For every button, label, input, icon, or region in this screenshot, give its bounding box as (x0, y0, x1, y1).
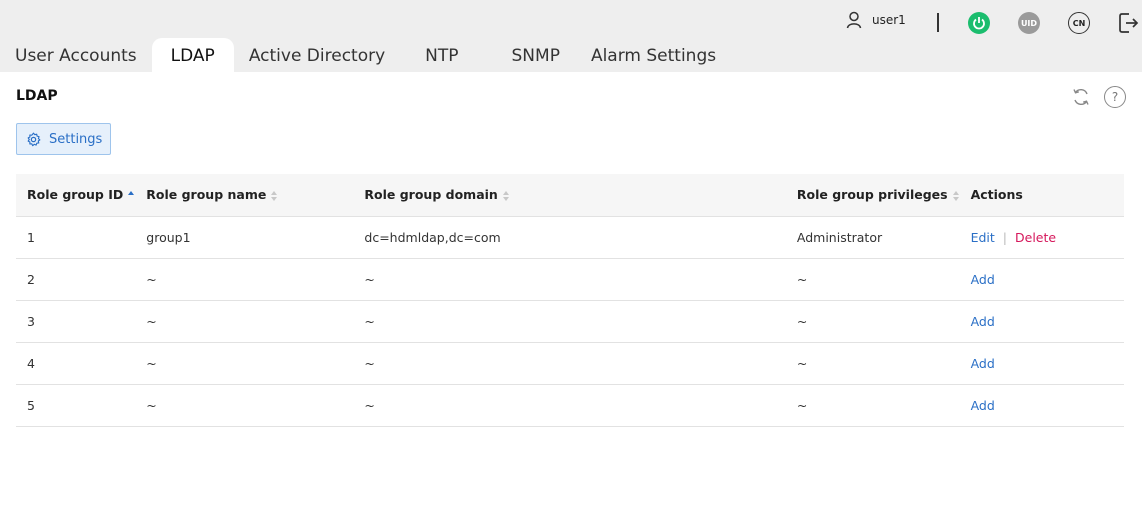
cell-domain: dc=hdmldap,dc=com (353, 216, 786, 259)
top-bar: user1 UID CN (0, 0, 1142, 42)
cell-id: 3 (16, 300, 136, 343)
tab-alarm-settings[interactable]: Alarm Settings (576, 38, 731, 72)
add-link[interactable]: Add (971, 314, 995, 329)
cell-actions: Add (959, 300, 1124, 343)
cell-name: ~ (135, 300, 354, 343)
settings-button[interactable]: Settings (16, 123, 111, 155)
role-group-table: Role group ID Role group name Role group… (16, 174, 1124, 427)
column-header-domain[interactable]: Role group domain (353, 174, 786, 217)
cell-actions: Add (959, 342, 1124, 385)
cell-domain: ~ (353, 258, 786, 301)
add-link[interactable]: Add (971, 398, 995, 413)
tab-active-directory[interactable]: Active Directory (234, 38, 410, 72)
tab-bar: User Accounts LDAP Active Directory NTP … (0, 38, 731, 72)
add-link[interactable]: Add (971, 272, 995, 287)
tab-ldap[interactable]: LDAP (151, 38, 234, 72)
cell-privileges: ~ (785, 384, 960, 427)
uid-label: UID (1020, 18, 1038, 28)
edit-link[interactable]: Edit (971, 230, 995, 245)
table-row: 5 ~ ~ ~ Add (16, 384, 1124, 427)
header-divider (937, 13, 939, 32)
cell-privileges: ~ (785, 258, 960, 301)
cell-name: ~ (135, 384, 354, 427)
action-divider: | (1002, 229, 1008, 245)
power-icon[interactable] (968, 12, 990, 34)
tab-ntp[interactable]: NTP (410, 38, 491, 72)
table-row: 4 ~ ~ ~ Add (16, 342, 1124, 385)
ldap-panel: LDAP ? Settings Role group ID Role group… (0, 72, 1142, 515)
column-header-label: Role group name (146, 187, 267, 203)
table-row: 3 ~ ~ ~ Add (16, 300, 1124, 343)
column-header-label: Role group ID (27, 187, 124, 203)
tab-user-accounts[interactable]: User Accounts (0, 38, 152, 72)
cell-name: ~ (135, 258, 354, 301)
page-title: LDAP (16, 88, 58, 104)
user-icon (846, 11, 862, 29)
language-icon[interactable]: CN (1068, 12, 1090, 34)
cell-domain: ~ (353, 300, 786, 343)
logout-icon[interactable] (1117, 11, 1139, 39)
table-header-row: Role group ID Role group name Role group… (16, 174, 1124, 217)
column-header-label: Actions (970, 187, 1023, 203)
cell-privileges: ~ (785, 300, 960, 343)
cell-name: group1 (135, 216, 354, 259)
sort-ascending-icon[interactable] (128, 190, 135, 201)
cell-domain: ~ (353, 342, 786, 385)
user-menu[interactable]: user1 (846, 11, 906, 29)
cell-id: 1 (16, 216, 136, 259)
column-header-name[interactable]: Role group name (135, 174, 354, 217)
help-label: ? (1111, 90, 1119, 104)
column-header-id[interactable]: Role group ID (16, 174, 136, 217)
sort-icon[interactable] (502, 190, 510, 201)
refresh-icon[interactable] (1070, 86, 1092, 108)
cell-actions: Edit | Delete (959, 216, 1124, 259)
cell-name: ~ (135, 342, 354, 385)
column-header-label: Role group domain (364, 187, 498, 203)
column-header-actions: Actions (959, 174, 1124, 217)
cell-privileges: Administrator (785, 216, 960, 259)
sort-icon[interactable] (952, 190, 960, 201)
cell-domain: ~ (353, 384, 786, 427)
add-link[interactable]: Add (971, 356, 995, 371)
table-row: 2 ~ ~ ~ Add (16, 258, 1124, 301)
sort-icon[interactable] (271, 190, 278, 201)
settings-label: Settings (49, 131, 103, 147)
language-label: CN (1072, 18, 1086, 28)
user-name: user1 (872, 13, 906, 27)
gear-icon (27, 132, 41, 146)
cell-id: 4 (16, 342, 136, 385)
column-header-label: Role group privileges (796, 187, 948, 203)
cell-actions: Add (959, 384, 1124, 427)
help-icon[interactable]: ? (1104, 86, 1126, 108)
table-row: 1 group1 dc=hdmldap,dc=com Administrator… (16, 216, 1124, 259)
cell-privileges: ~ (785, 342, 960, 385)
tab-snmp[interactable]: SNMP (492, 38, 576, 72)
cell-id: 2 (16, 258, 136, 301)
cell-actions: Add (959, 258, 1124, 301)
column-header-privileges[interactable]: Role group privileges (785, 174, 960, 217)
uid-icon[interactable]: UID (1018, 12, 1040, 34)
delete-link[interactable]: Delete (1015, 230, 1056, 245)
cell-id: 5 (16, 384, 136, 427)
